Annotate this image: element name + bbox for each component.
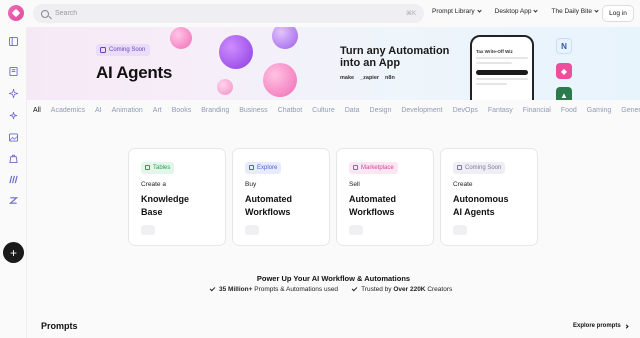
logo-icon[interactable] xyxy=(8,5,24,21)
search-input[interactable] xyxy=(55,10,406,17)
stats-row: 35 Million+ Prompts & Automations used T… xyxy=(209,285,452,293)
category-tab[interactable]: Books xyxy=(172,107,191,114)
category-tab[interactable]: Financial xyxy=(523,107,551,114)
tag-icon xyxy=(145,165,150,170)
category-tab[interactable]: Chatbot xyxy=(278,107,303,114)
category-tab[interactable]: Food xyxy=(561,107,577,114)
app-chat-icon: ◆ xyxy=(556,63,572,79)
image-icon[interactable] xyxy=(9,133,18,142)
category-tab[interactable]: Art xyxy=(153,107,162,114)
brand-logos: make _zapier n8n xyxy=(340,75,395,81)
card-title: Autonomous AI Agents xyxy=(453,194,509,217)
top-nav: Prompt Library Desktop App The Daily Bit… xyxy=(432,8,599,15)
nav-prompt-library[interactable]: Prompt Library xyxy=(432,8,482,15)
check-icon xyxy=(209,285,216,292)
category-tab[interactable]: Culture xyxy=(312,107,335,114)
robot-icon xyxy=(219,35,253,69)
card-title: Automated Workflows xyxy=(245,194,292,217)
explore-prompts-link[interactable]: Explore prompts xyxy=(573,323,629,329)
category-tab[interactable]: Genera xyxy=(621,107,640,114)
decor-orb xyxy=(217,79,233,95)
decor-orb xyxy=(170,27,192,49)
category-tab[interactable]: Academics xyxy=(51,107,85,114)
category-tab[interactable]: Fantasy xyxy=(488,107,513,114)
chevron-down-icon xyxy=(533,8,539,13)
sidebar-panel-icon[interactable] xyxy=(9,37,18,46)
search-shortcut: ⌘K xyxy=(405,11,416,17)
n8n-logo: n8n xyxy=(385,75,395,81)
feature-card[interactable]: Tables Create a Knowledge Base xyxy=(128,148,226,246)
app-n-icon: N xyxy=(556,38,572,54)
card-placeholder xyxy=(141,225,155,235)
category-tab[interactable]: Branding xyxy=(201,107,229,114)
card-title: Automated Workflows xyxy=(349,194,396,217)
make-icon[interactable] xyxy=(9,175,18,184)
plus-icon: + xyxy=(9,245,17,260)
app-image-icon: ▲ xyxy=(556,87,572,100)
category-tab[interactable]: Data xyxy=(345,107,360,114)
phone-mockup: Tax Write-Off Wiz xyxy=(470,35,534,100)
ai-agents-banner[interactable]: Coming Soon AI Agents Turn any Automatio… xyxy=(27,27,640,100)
login-button[interactable]: Log in xyxy=(602,5,634,22)
card-placeholder xyxy=(245,225,259,235)
category-tab[interactable]: Design xyxy=(370,107,392,114)
feature-card[interactable]: Explore Buy Automated Workflows xyxy=(232,148,330,246)
search-bar[interactable]: ⌘K xyxy=(33,4,424,23)
category-tab[interactable]: DevOps xyxy=(453,107,478,114)
card-lead: Buy xyxy=(245,181,257,188)
phone-app-title: Tax Write-Off Wiz xyxy=(476,49,513,54)
tag-icon xyxy=(457,165,462,170)
zapier-logo: _zapier xyxy=(360,75,380,81)
bag-icon[interactable] xyxy=(9,154,18,163)
category-tab[interactable]: Development xyxy=(401,107,442,114)
stat-prompts-used: 35 Million+ Prompts & Automations used xyxy=(209,285,338,293)
card-placeholder xyxy=(349,225,363,235)
tag-icon xyxy=(353,165,358,170)
card-lead: Create xyxy=(453,181,473,188)
add-button[interactable]: + xyxy=(3,242,24,263)
make-logo: make xyxy=(340,75,355,81)
coming-soon-badge: Coming Soon xyxy=(96,44,151,56)
feature-card[interactable]: Marketplace Sell Automated Workflows xyxy=(336,148,434,246)
power-up-title: Power Up Your AI Workflow & Automations xyxy=(256,274,411,283)
card-tag: Marketplace xyxy=(349,161,398,174)
banner-subtitle: Turn any Automation into an App xyxy=(340,45,450,69)
search-icon xyxy=(41,9,49,18)
sidebar: + xyxy=(0,27,27,338)
banner-title: AI Agents xyxy=(96,63,173,82)
card-tag: Coming Soon xyxy=(453,161,506,174)
sparkle-small-icon[interactable] xyxy=(9,111,18,120)
card-tag: Explore xyxy=(245,161,282,174)
category-tab[interactable]: Animation xyxy=(112,107,143,114)
check-icon xyxy=(351,285,358,292)
nav-daily-bite[interactable]: The Daily Bite xyxy=(551,8,599,15)
category-bar: All Academics AI Animation Art Books Branding B… xyxy=(27,100,640,120)
tag-icon xyxy=(249,165,254,170)
category-tab[interactable]: Business xyxy=(239,107,267,114)
chevron-down-icon xyxy=(477,8,482,13)
sparkle-icon[interactable] xyxy=(9,89,18,98)
decor-orb xyxy=(263,63,297,97)
grid-icon xyxy=(100,47,106,53)
feature-card[interactable]: Coming Soon Create Autonomous AI Agents xyxy=(440,148,538,246)
prompts-heading: Prompts xyxy=(41,321,78,331)
decor-orb xyxy=(272,27,298,49)
chevron-right-icon xyxy=(624,323,629,329)
category-tab[interactable]: AI xyxy=(95,107,102,114)
feature-cards: Tables Create a Knowledge Base Explore Buy Aut… xyxy=(128,148,538,246)
zapier-icon[interactable] xyxy=(9,196,18,205)
card-lead: Create a xyxy=(141,181,166,188)
card-lead: Sell xyxy=(349,181,360,188)
card-tag: Tables xyxy=(141,161,175,174)
stat-trusted-by: Trusted by Over 220K Creators xyxy=(351,285,452,293)
card-placeholder xyxy=(453,225,467,235)
chevron-down-icon xyxy=(594,8,599,13)
nav-desktop-app[interactable]: Desktop App xyxy=(495,8,539,15)
top-bar: ⌘K Prompt Library Desktop App The Daily … xyxy=(0,0,640,27)
card-title: Knowledge Base xyxy=(141,194,190,217)
category-tab[interactable]: All xyxy=(33,107,41,114)
book-icon[interactable] xyxy=(9,67,18,76)
category-tab[interactable]: Gaming xyxy=(587,107,612,114)
